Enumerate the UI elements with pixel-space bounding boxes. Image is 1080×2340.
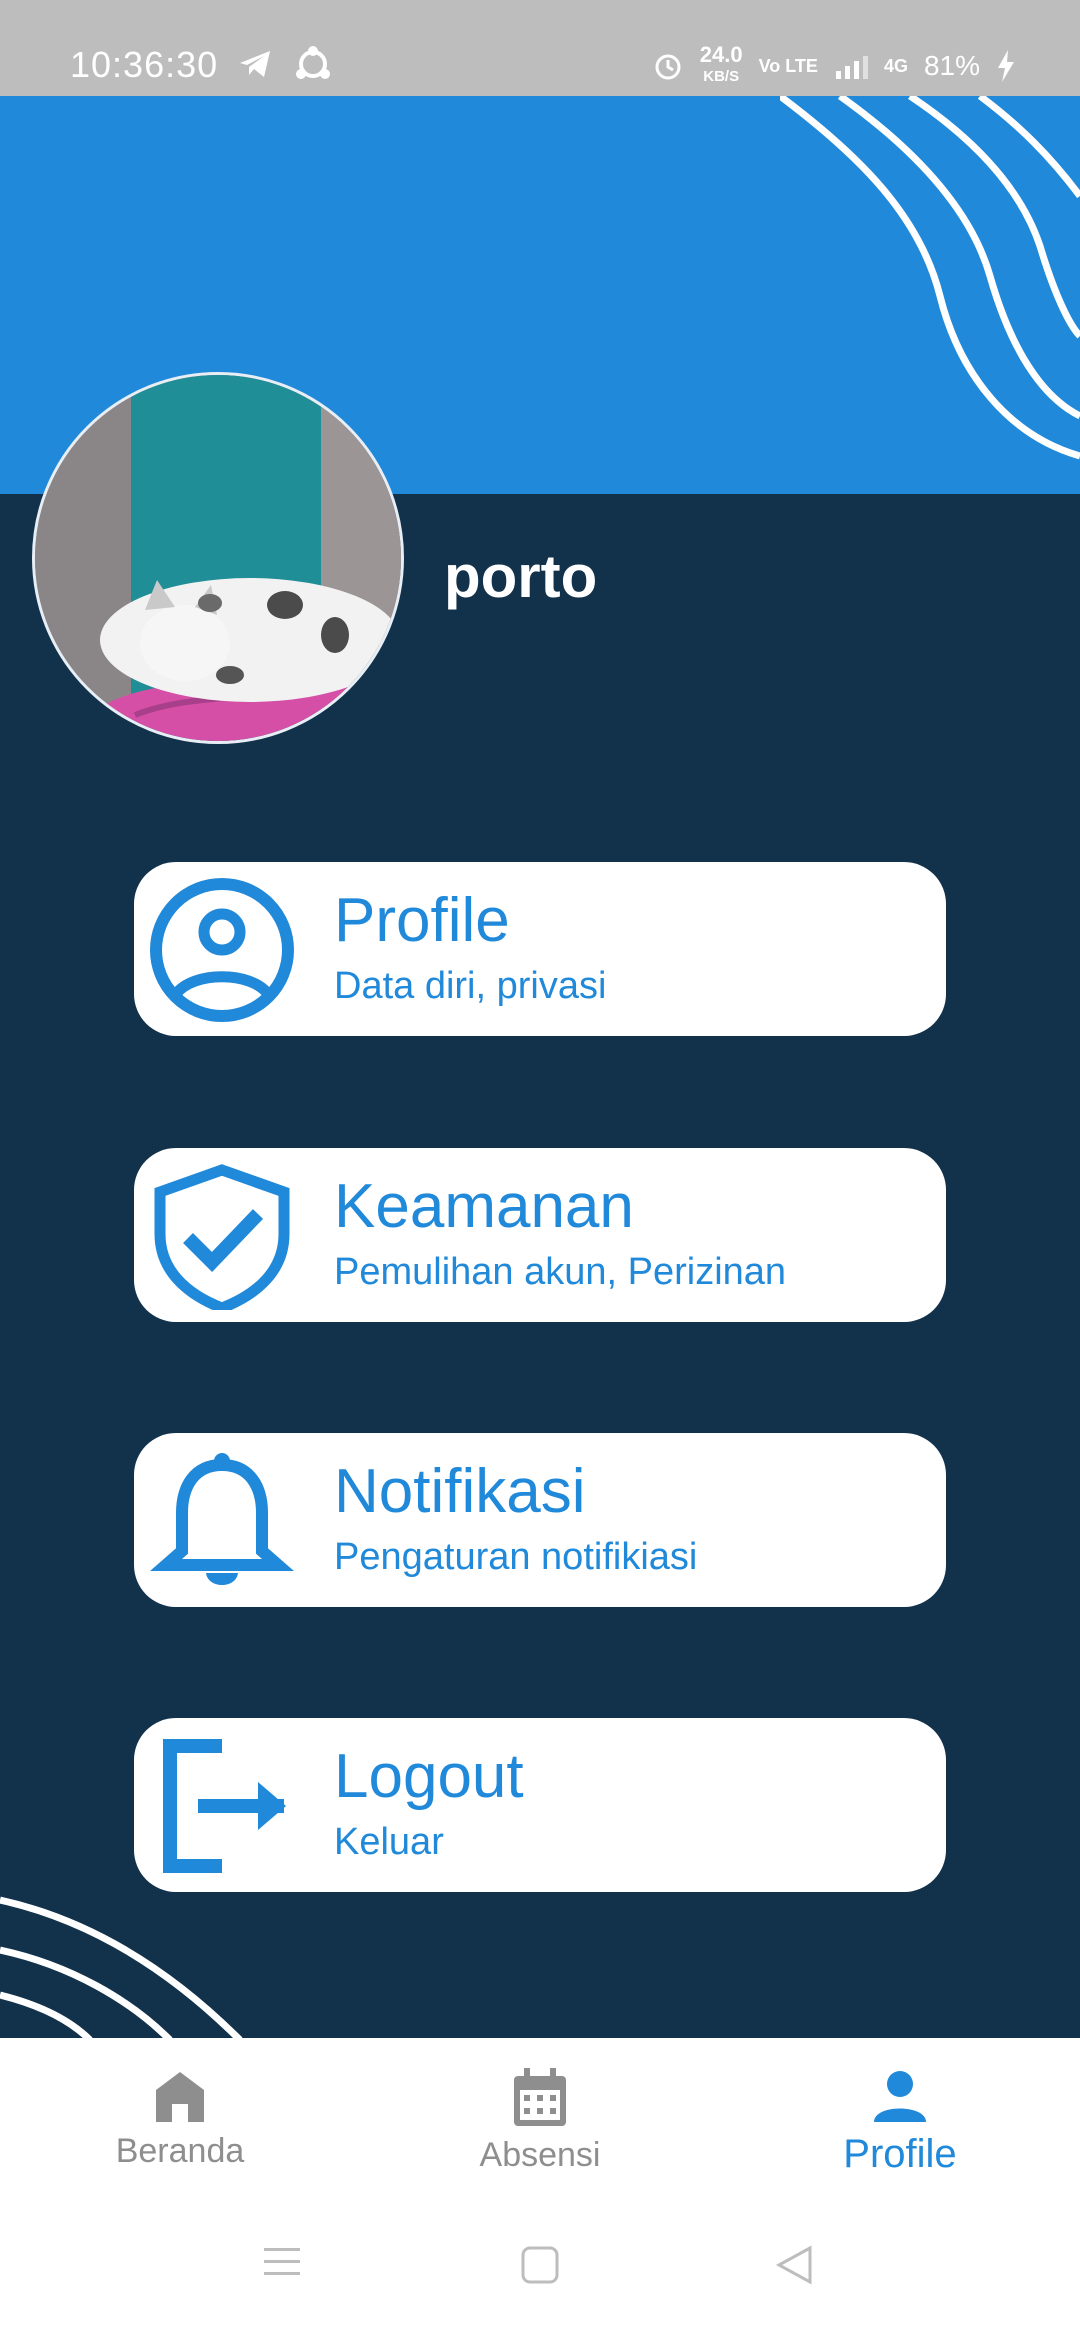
menu-title-profile: Profile [334,886,510,955]
recycle-icon [296,46,330,79]
account-circle-icon [150,878,294,1022]
alarm-icon [655,54,681,80]
nav-item-profile[interactable]: Profile [770,2068,1030,2177]
shield-check-icon [154,1164,290,1310]
menu-subtitle-keamanan: Pemulihan akun, Perizinan [334,1251,787,1293]
nav-item-absensi[interactable]: Absensi [410,2068,670,2175]
speed-value: 24.0 [699,42,743,67]
logout-icon [163,1739,286,1873]
decorative-waves [780,96,1080,460]
charging-icon [998,50,1014,82]
nav-label-absensi: Absensi [479,2136,601,2174]
menu-subtitle-profile: Data diri, privasi [334,965,607,1007]
nav-item-beranda[interactable]: Beranda [50,2068,310,2171]
nav-label-beranda: Beranda [115,2132,245,2170]
person-icon [874,2071,926,2122]
status-right-icons: 24.0 KB/S Vo LTE 4G 81% [652,44,1016,88]
menu-subtitle-notifikasi: Pengaturan notifikiasi [334,1536,698,1578]
menu-item-keamanan[interactable]: Keamanan Pemulihan akun, Perizinan [134,1148,946,1322]
menu-subtitle-logout: Keluar [334,1821,444,1863]
menu-item-logout[interactable]: Logout Keluar [134,1718,946,1892]
signal-icon [835,56,868,79]
volte-indicator: Vo LTE [758,56,818,76]
home-square-icon[interactable] [520,2245,560,2285]
network-speed: 24.0 KB/S [700,44,743,88]
battery-level: 81% [923,50,980,81]
speed-unit: KB/S [703,68,740,85]
username: porto [444,543,598,610]
back-icon[interactable] [774,2245,814,2285]
menu-item-notifikasi[interactable]: Notifikasi Pengaturan notifikiasi [134,1433,946,1607]
decorative-waves-bottom [0,1896,243,2040]
nav-label-profile: Profile [843,2132,957,2176]
bell-icon [150,1453,294,1585]
avatar-cat-photo [35,375,401,741]
avatar[interactable] [32,372,404,744]
bottom-navigation: Beranda Absensi Profile [0,2038,1080,2340]
menu-title-notifikasi: Notifikasi [334,1457,586,1526]
menu-item-profile[interactable]: Profile Data diri, privasi [134,862,946,1036]
status-left-icons [238,46,332,82]
menu-title-keamanan: Keamanan [334,1172,634,1241]
status-time: 10:36:30 [70,44,219,85]
home-icon [156,2072,204,2122]
menu-title-logout: Logout [334,1742,524,1811]
status-bar: 10:36:30 24.0 KB/S Vo LTE 4G 81% [0,0,1080,96]
network-type: 4G [883,55,908,76]
calendar-icon [514,2068,566,2126]
telegram-icon [240,51,270,77]
menu-icon[interactable] [262,2245,302,2279]
